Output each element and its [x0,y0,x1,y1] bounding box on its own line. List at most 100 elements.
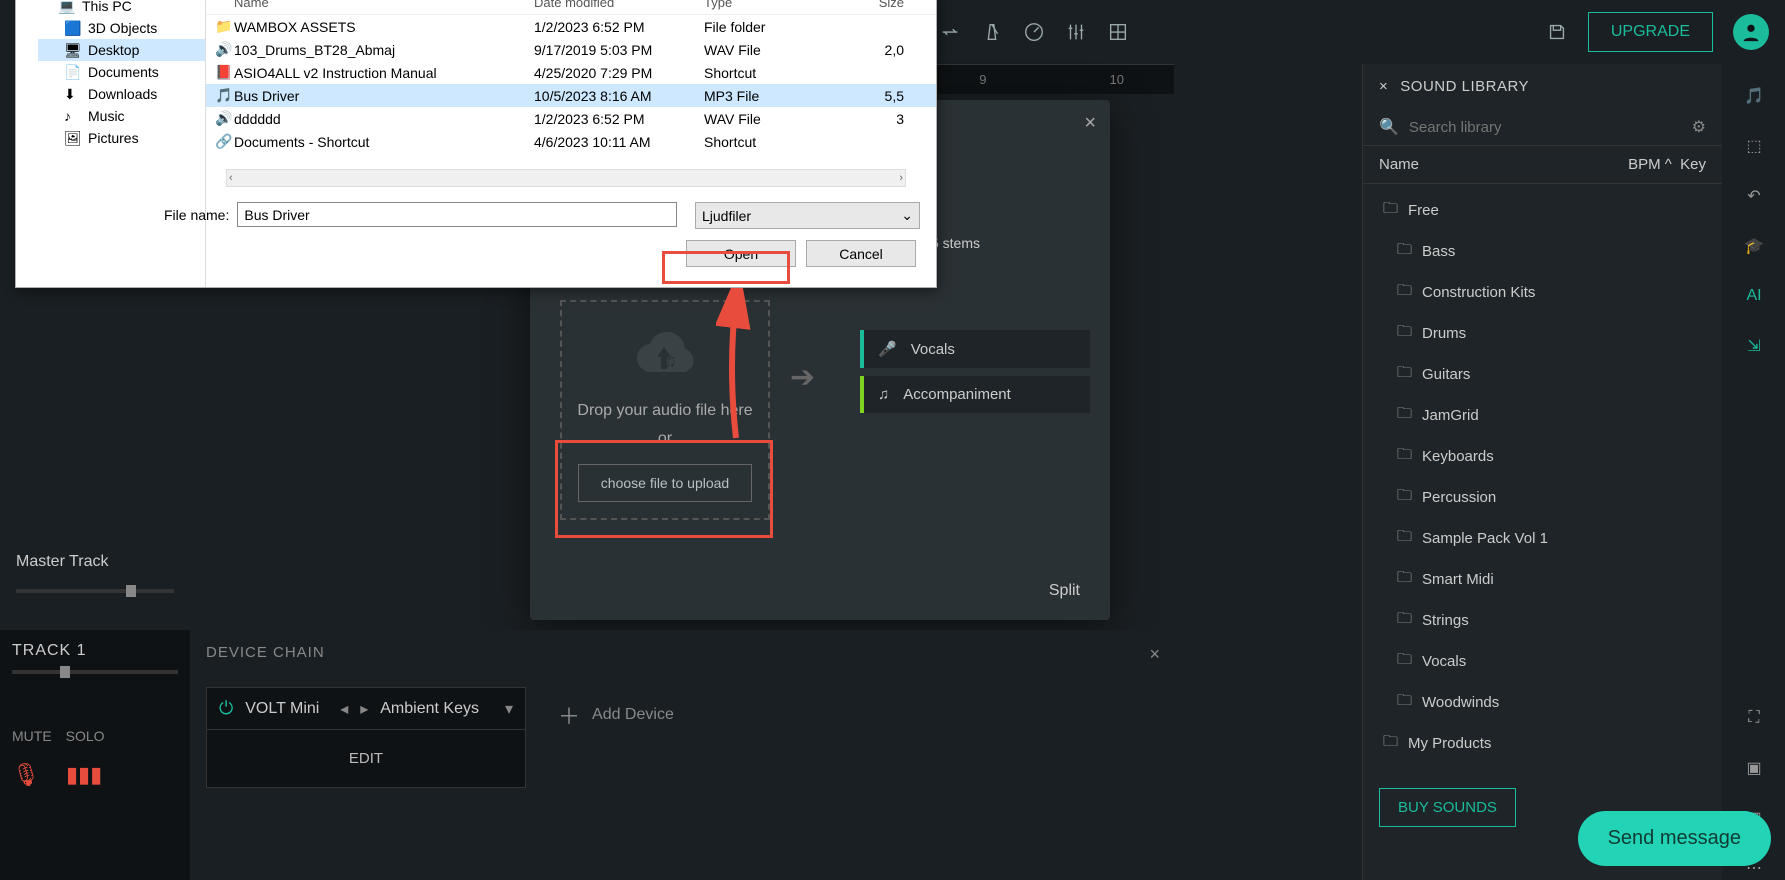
filetype-dropdown[interactable]: Ljudfiler ⌄ [695,202,920,229]
file-row[interactable]: 🔊103_Drums_BT28_Abmaj9/17/2019 5:03 PMWA… [206,38,936,61]
export-rail-icon[interactable]: ⇲ [1742,334,1766,358]
search-input[interactable] [1409,119,1682,136]
file-date: 10/5/2023 8:16 AM [534,88,704,104]
chevron-left-icon[interactable]: ‹ [229,172,233,184]
solo-button[interactable]: SOLO [66,728,105,744]
stem-accompaniment[interactable]: ♫ Accompaniment [860,376,1090,413]
library-folder[interactable]: 🗀Sample Pack Vol 1 [1363,518,1722,559]
col-name[interactable]: Name [1379,156,1419,173]
library-folder[interactable]: 🗀Percussion [1363,477,1722,518]
open-button[interactable]: Open [686,240,796,267]
filename-input[interactable] [237,202,677,227]
library-folder[interactable]: 🗀 Guitars [1363,354,1722,395]
split-button[interactable]: Split [1049,582,1080,600]
tree-item[interactable]: 🖥Desktop [38,39,205,61]
file-row[interactable]: 🎵Bus Driver10/5/2023 8:16 AMMP3 File5,5 [206,84,936,107]
ruler-mark: 9 [979,72,986,87]
upgrade-button[interactable]: UPGRADE [1588,12,1713,52]
tree-item[interactable]: ⬇Downloads [38,83,205,105]
grid-icon[interactable] [1107,21,1129,43]
library-folder[interactable]: 🗀Woodwinds [1363,682,1722,723]
power-icon[interactable]: ⏻ [219,698,233,719]
zoom-rail-icon[interactable]: ▣ [1742,756,1766,780]
library-folder[interactable]: 🗀JamGrid [1363,395,1722,436]
cloud-upload-icon: ♫ [625,319,705,392]
send-message-button[interactable]: Send message [1578,811,1771,866]
library-folder-label: Smart Midi [1422,571,1494,588]
cancel-button[interactable]: Cancel [806,240,916,267]
file-list[interactable]: Name Date modified Type Size 📁WAMBOX ASS… [206,0,936,176]
metronome-icon[interactable] [981,21,1003,43]
mic-icon: 🎤 [878,340,897,358]
edit-device-button[interactable]: EDIT [207,730,525,787]
drop-zone[interactable]: ♫ Drop your audio file here or choose fi… [560,300,770,520]
chevron-down-icon[interactable]: ▾ [505,699,513,719]
close-icon[interactable]: × [1149,644,1160,665]
chevron-right-icon[interactable]: › [899,172,903,184]
user-avatar[interactable] [1733,14,1769,50]
library-folder[interactable]: 🗀Drums [1363,313,1722,354]
tree-label: Desktop [88,42,139,58]
ruler-mark: 10 [1109,72,1123,87]
file-type-icon: 🎵 [214,87,234,104]
filter-icon[interactable]: ⚙ [1692,117,1706,137]
track-pan-slider[interactable] [60,666,70,678]
folder-icon: 🗀 [1397,362,1412,387]
library-folder[interactable]: 🗀Strings [1363,600,1722,641]
library-folder[interactable]: 🗀Free [1363,190,1722,231]
device-chain-panel: DEVICE CHAIN × ⏻ VOLT Mini ◂ ▸ Ambient K… [190,630,1174,880]
library-rail-icon[interactable]: 🎵 [1742,84,1766,108]
file-name: dddddd [234,111,534,127]
learn-rail-icon[interactable]: 🎓 [1742,234,1766,258]
tree-item[interactable]: 📄Documents [38,61,205,83]
col-key[interactable]: Key [1680,156,1706,173]
save-icon[interactable] [1546,21,1568,43]
undo-rail-icon[interactable]: ↶ [1742,184,1766,208]
tree-label: Music [88,108,125,124]
fit-rail-icon[interactable]: ⛶ [1742,706,1766,730]
mixer-icon[interactable] [1065,21,1087,43]
file-row[interactable]: 🔊dddddd1/2/2023 6:52 PMWAV File3 [206,107,936,130]
horizontal-scrollbar[interactable]: ‹› [226,169,906,187]
tree-item[interactable]: ♪ Music [38,105,205,127]
file-row[interactable]: 📁WAMBOX ASSETS1/2/2023 6:52 PMFile folde… [206,15,936,38]
choose-file-button[interactable]: choose file to upload [578,464,752,502]
tuner-icon[interactable] [1023,21,1045,43]
stem-vocals[interactable]: 🎤 Vocals [860,330,1090,368]
tree-item[interactable]: 🖼Pictures [38,127,205,149]
file-row[interactable]: 📕ASIO4ALL v2 Instruction Manual4/25/2020… [206,61,936,84]
library-folder[interactable]: 🗀Smart Midi [1363,559,1722,600]
library-folder[interactable]: 🗀Construction Kits [1363,272,1722,313]
folder-icon: ♪ [64,108,80,124]
library-folder[interactable]: 🗀Vocals [1363,641,1722,682]
tree-item[interactable]: 💻This PC [38,0,205,17]
file-name: 103_Drums_BT28_Abmaj [234,42,534,58]
library-folder-label: Bass [1422,243,1455,260]
midi-record-icon[interactable]: ▮▮▮ [66,762,102,788]
col-bpm[interactable]: BPM ^ [1628,156,1672,173]
stems-count: 5 stems [931,235,980,251]
library-folder-label: Guitars [1422,366,1470,383]
library-folder-label: Drums [1422,325,1466,342]
library-folder[interactable]: 🗀Bass [1363,231,1722,272]
close-icon[interactable]: × [1379,78,1388,95]
loop-icon[interactable] [939,21,961,43]
tree-item[interactable]: 🟦3D Objects [38,17,205,39]
close-icon[interactable]: × [1084,112,1096,135]
mute-button[interactable]: MUTE [12,728,52,744]
folder-tree[interactable]: 💻This PC🟦3D Objects🖥Desktop📄Documents⬇Do… [16,0,206,287]
library-folder[interactable]: 🗀My Products [1363,723,1722,764]
preset-next-icon[interactable]: ▸ [360,699,368,719]
select-rail-icon[interactable]: ⬚ [1742,134,1766,158]
ai-rail-icon[interactable]: AI [1742,284,1766,308]
folder-icon: 🗀 [1397,526,1412,551]
library-folder[interactable]: 🗀Keyboards [1363,436,1722,477]
filename-label: File name: [164,207,229,223]
buy-sounds-button[interactable]: BUY SOUNDS [1379,788,1516,827]
file-row[interactable]: 🔗Documents - Shortcut4/6/2023 10:11 AMSh… [206,130,936,153]
master-volume-slider[interactable] [126,585,136,597]
library-folder[interactable]: 🗀Premium [1363,764,1722,774]
preset-prev-icon[interactable]: ◂ [340,699,348,719]
add-device-button[interactable]: ＋ Add Device [546,687,686,743]
mic-record-icon[interactable]: 🎙 [12,762,40,788]
